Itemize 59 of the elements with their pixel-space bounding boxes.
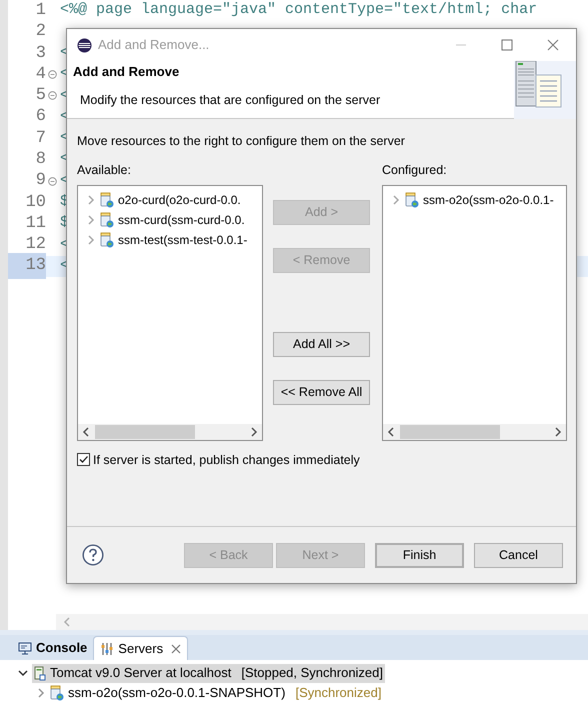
- dialog-button[interactable]: Cancel: [474, 542, 563, 568]
- horizontal-scrollbar[interactable]: [383, 424, 566, 440]
- dialog-button[interactable]: Finish: [375, 542, 464, 568]
- line-number: 8: [34, 148, 46, 171]
- line-number: 11: [24, 212, 46, 235]
- line-number: 6: [34, 106, 46, 128]
- fold-icon[interactable]: [48, 91, 56, 100]
- code-line: <%@ page language="java" contentType="text/html; char: [59, 0, 538, 20]
- eclipse-icon: [77, 38, 92, 52]
- web-module-icon: [405, 192, 419, 208]
- expand-chevron-icon[interactable]: [36, 688, 46, 698]
- editor-scrollbar[interactable]: [56, 614, 588, 630]
- line-number: 7: [34, 128, 46, 150]
- scroll-left-icon[interactable]: [386, 426, 396, 436]
- list-item[interactable]: ssm-o2o(ssm-o2o-0.0.1-: [423, 190, 554, 208]
- web-module-icon: [50, 684, 64, 700]
- scrollbar-thumb[interactable]: [400, 424, 500, 438]
- sliders-icon: [100, 642, 114, 656]
- list-label: Configured:: [382, 162, 448, 179]
- web-module-icon: [100, 212, 114, 228]
- sync-status: [Synchronized]: [295, 684, 382, 702]
- line-number: 4: [34, 64, 46, 86]
- console-icon: [18, 642, 32, 654]
- line-number: 10: [24, 192, 46, 214]
- list-item[interactable]: ssm-test(ssm-test-0.0.1-: [118, 230, 248, 248]
- fold-icon[interactable]: [48, 176, 56, 186]
- server-row[interactable]: Tomcat v9.0 Server at localhost [Stopped, Synchronized]: [32, 664, 386, 682]
- web-module-icon: [100, 232, 114, 248]
- line-number: 3: [34, 42, 46, 64]
- expand-chevron-icon[interactable]: [249, 426, 259, 436]
- scrollbar-thumb[interactable]: [95, 424, 195, 438]
- line-number: 1: [34, 0, 46, 22]
- web-module-icon: [100, 192, 114, 208]
- line-number: 13: [8, 253, 46, 279]
- list-item[interactable]: ssm-curd(ssm-curd-0.0.: [118, 210, 245, 228]
- instruction-text: Move resources to the right to configure them on the server: [77, 133, 406, 150]
- module-label[interactable]: ssm-o2o(ssm-o2o-0.0.1-SNAPSHOT): [68, 682, 286, 702]
- collapse-chevron-icon[interactable]: [18, 668, 28, 678]
- line-number: 2: [34, 21, 46, 44]
- panel-tab[interactable]: Servers: [93, 636, 188, 660]
- list-item[interactable]: o2o-curd(o2o-curd-0.0.: [118, 190, 241, 208]
- dialog-heading: Add and Remove: [73, 63, 180, 81]
- close-icon[interactable]: [171, 644, 182, 654]
- window-title: Add and Remove...: [98, 36, 210, 54]
- line-number: 9: [34, 170, 46, 192]
- publish-checkbox[interactable]: [77, 453, 90, 466]
- dialog-description: Modify the resources that are configured on the server: [79, 92, 382, 109]
- expand-chevron-icon[interactable]: [553, 426, 563, 436]
- checkbox-label: If server is started, publish changes immediately: [93, 452, 360, 469]
- dialog-button[interactable]: << Remove All: [273, 380, 370, 405]
- fold-icon[interactable]: [48, 70, 56, 80]
- panel-tab[interactable]: Console: [12, 636, 94, 660]
- help-icon[interactable]: [82, 544, 104, 566]
- list-label: Available:: [77, 162, 132, 179]
- dialog-button[interactable]: Add All >>: [273, 332, 370, 357]
- line-number: 5: [34, 85, 46, 108]
- scroll-left-icon[interactable]: [81, 426, 91, 436]
- horizontal-scrollbar[interactable]: [78, 424, 262, 440]
- server-icon: [34, 666, 46, 680]
